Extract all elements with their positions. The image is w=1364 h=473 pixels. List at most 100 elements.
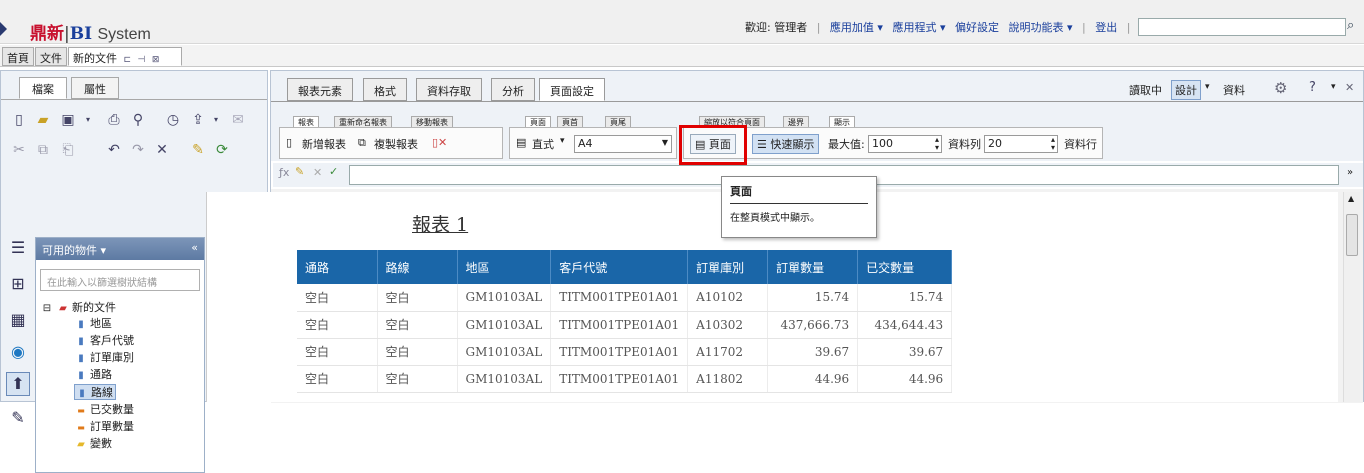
tab-format[interactable]: 格式	[363, 78, 407, 101]
copy-icon[interactable]: ⧉	[34, 141, 52, 159]
tree-item[interactable]: ▬ 訂單數量	[74, 419, 134, 435]
tree-item[interactable]: ▮ 客戶代號	[74, 333, 134, 349]
tab-new-document[interactable]: 新的文件 ⊏ ⊣ ⊠	[68, 47, 182, 66]
options-dropdown-icon[interactable]: ▾	[1331, 82, 1336, 92]
table-cell[interactable]: A11702	[687, 338, 769, 366]
cut-icon[interactable]: ✂	[10, 141, 28, 159]
chevron-down-icon[interactable]: ▼	[662, 138, 668, 147]
report-table[interactable]: 通路 路線 地區 客戶代號 訂單庫別 訂單數量 已交數量 空白 空白 GM10103…	[297, 250, 953, 393]
table-cell[interactable]: A10302	[687, 311, 769, 339]
table-cell[interactable]: 空白	[377, 311, 458, 339]
help-icon[interactable]: ?	[1309, 80, 1316, 95]
cancel-icon[interactable]: ✕	[313, 166, 322, 179]
navigation-map-icon[interactable]: ⊞	[6, 272, 30, 296]
nav-help-menu[interactable]: 說明功能表 ▾	[1008, 21, 1072, 34]
table-cell[interactable]: TITM001TPE01A01	[550, 284, 689, 312]
pin-icon[interactable]: ⊏	[124, 55, 132, 65]
tab-analysis[interactable]: 分析	[491, 78, 535, 101]
table-cell[interactable]: A10102	[687, 284, 769, 312]
table-cell[interactable]: 空白	[377, 365, 458, 393]
tree-item[interactable]: ▮ 通路	[74, 367, 112, 383]
delete-icon[interactable]: ✕	[153, 141, 171, 159]
history-icon[interactable]: ◷	[164, 111, 182, 129]
rows-value-input[interactable]: 20 ▴ ▾	[984, 135, 1058, 153]
tab-report-elements[interactable]: 報表元素	[287, 78, 353, 101]
spinner-icon[interactable]: ▴ ▾	[1051, 136, 1055, 152]
restore-icon[interactable]: ⊣	[138, 55, 146, 65]
tab-properties[interactable]: 屬性	[71, 77, 119, 99]
web-service-icon[interactable]: ◉	[6, 340, 30, 364]
print-icon[interactable]: ⎙	[105, 111, 123, 129]
expand-icon[interactable]: »	[1347, 167, 1353, 178]
tab-documents[interactable]: 文件	[35, 47, 67, 66]
input-controls-icon[interactable]: ▦	[6, 308, 30, 332]
scroll-up-icon[interactable]: ▲	[1348, 194, 1354, 203]
table-cell[interactable]: 15.74	[857, 284, 953, 312]
col-header[interactable]: 訂單庫別	[687, 250, 769, 284]
nav-app-addon[interactable]: 應用加值 ▾	[830, 21, 883, 34]
redo-icon[interactable]: ↷	[129, 141, 147, 159]
export-dropdown-icon[interactable]: ▾	[207, 111, 225, 129]
objects-header[interactable]: 可用的物件 ▾ «	[36, 238, 204, 260]
table-cell[interactable]: 437,666.73	[767, 311, 859, 339]
table-cell[interactable]: 15.74	[767, 284, 859, 312]
table-cell[interactable]: 空白	[297, 284, 378, 312]
table-cell[interactable]: 39.67	[767, 338, 859, 366]
table-cell[interactable]: A11802	[687, 365, 769, 393]
edit-icon[interactable]: ✎	[189, 141, 207, 159]
report-title[interactable]: 報表 1	[412, 210, 468, 237]
menu-arrow-icon[interactable]	[0, 22, 7, 36]
tab-page-setup[interactable]: 頁面設定	[539, 78, 605, 101]
vertical-scrollbar[interactable]: ▲	[1343, 192, 1360, 402]
col-header[interactable]: 客戶代號	[550, 250, 689, 284]
search-icon[interactable]: ⌕	[1347, 18, 1361, 34]
save-icon[interactable]: ▣	[59, 111, 77, 129]
paper-size-select[interactable]: A4 ▼	[574, 135, 672, 153]
nav-preferences[interactable]: 偏好設定	[955, 21, 999, 34]
table-cell[interactable]: 39.67	[857, 338, 953, 366]
table-cell[interactable]: 空白	[297, 338, 378, 366]
tree-item[interactable]: ▮ 訂單庫別	[74, 350, 134, 366]
col-header[interactable]: 通路	[297, 250, 378, 284]
table-cell[interactable]: 434,644.43	[857, 311, 953, 339]
table-cell[interactable]: 空白	[377, 338, 458, 366]
table-cell[interactable]: TITM001TPE01A01	[550, 365, 689, 393]
document-summary-icon[interactable]: ☰	[6, 236, 30, 260]
paste-icon[interactable]: ⎗	[59, 141, 77, 159]
table-cell[interactable]: GM10103AL	[457, 311, 552, 339]
read-mode-label[interactable]: 讀取中	[1129, 82, 1162, 98]
collapse-icon[interactable]: «	[191, 241, 198, 254]
tree-item[interactable]: ▬ 已交數量	[74, 402, 134, 418]
collapse-ribbon-icon[interactable]: ✕	[1345, 81, 1354, 94]
col-header[interactable]: 地區	[457, 250, 552, 284]
mode-dropdown-icon[interactable]: ▾	[1205, 82, 1210, 92]
data-icon[interactable]: ✎	[6, 406, 30, 430]
find-icon[interactable]: ⚲	[129, 111, 147, 129]
new-doc-icon[interactable]: ▯	[10, 111, 28, 129]
orientation-select[interactable]: 直式	[532, 136, 554, 152]
col-header[interactable]: 訂單數量	[767, 250, 859, 284]
formula-icon[interactable]: ƒx	[279, 166, 289, 179]
table-cell[interactable]: 空白	[377, 284, 458, 312]
new-report-button[interactable]: 新增報表	[302, 136, 346, 152]
table-cell[interactable]: GM10103AL	[457, 338, 552, 366]
gear-icon[interactable]: ⚙	[1274, 79, 1287, 97]
tab-file[interactable]: 檔案	[19, 77, 67, 99]
top-search-input[interactable]	[1138, 18, 1346, 36]
export-icon[interactable]: ⇪	[189, 111, 207, 129]
tab-home[interactable]: 首頁	[2, 47, 34, 66]
delete-report-icon[interactable]: ▯✕	[432, 136, 447, 149]
tree-root[interactable]: ⊟ ▰ 新的文件	[40, 300, 116, 316]
available-objects-icon[interactable]: ⬆	[6, 372, 30, 396]
undo-icon[interactable]: ↶	[105, 141, 123, 159]
table-cell[interactable]: 44.96	[857, 365, 953, 393]
data-mode-label[interactable]: 資料	[1223, 82, 1245, 98]
logout-link[interactable]: 登出	[1095, 21, 1117, 34]
scroll-thumb[interactable]	[1346, 214, 1358, 256]
col-header[interactable]: 已交數量	[857, 250, 953, 284]
table-cell[interactable]: GM10103AL	[457, 365, 552, 393]
tree-item[interactable]: ▮ 地區	[74, 316, 112, 332]
col-header[interactable]: 路線	[377, 250, 458, 284]
refresh-icon[interactable]: ⟳	[213, 141, 231, 159]
quick-display-button[interactable]: ☰ 快速顯示	[752, 134, 820, 154]
